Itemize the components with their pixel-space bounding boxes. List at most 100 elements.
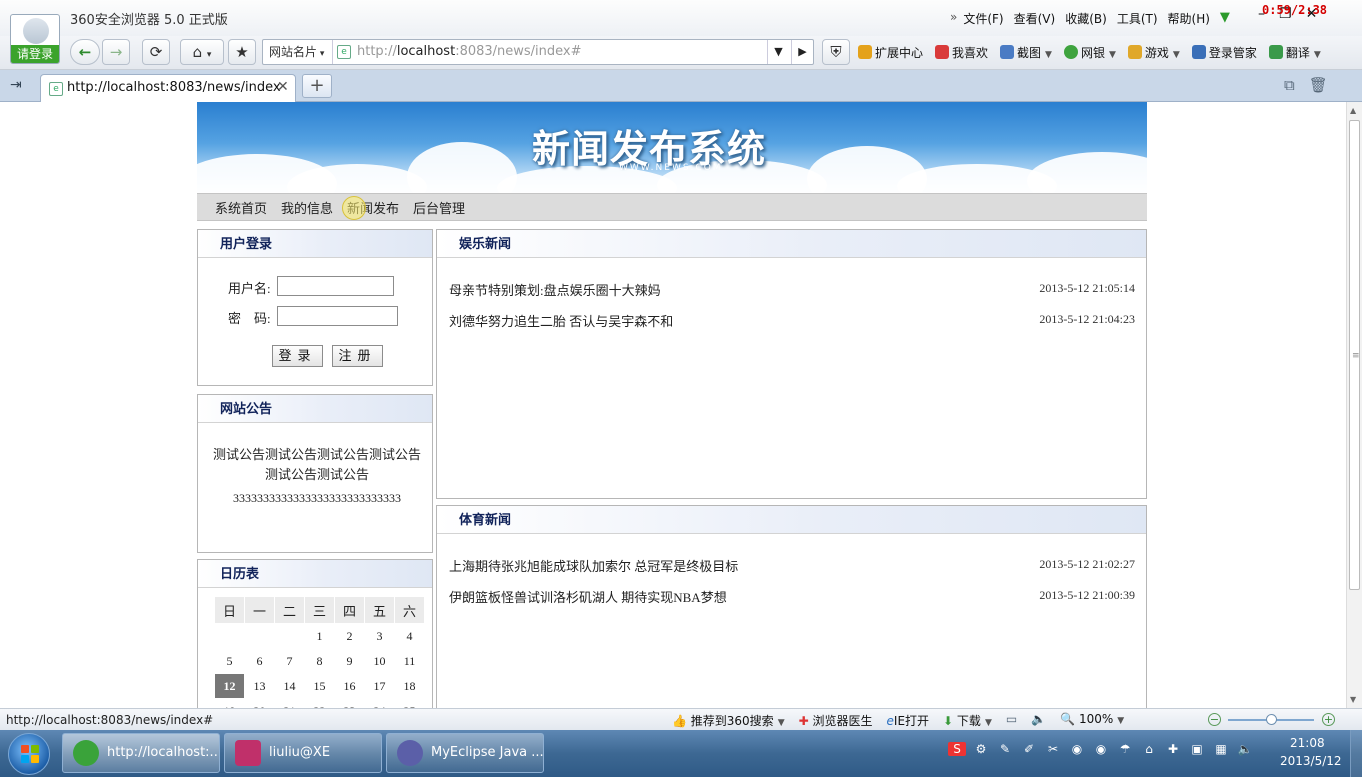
go-button[interactable]: ▶ bbox=[791, 40, 813, 64]
favorite-star-button[interactable]: ★ bbox=[228, 39, 256, 65]
new-tab-button[interactable]: + bbox=[302, 74, 332, 98]
calendar-today[interactable]: 12 bbox=[215, 674, 244, 698]
calendar-day[interactable]: 5 bbox=[215, 649, 244, 673]
password-field[interactable] bbox=[277, 306, 398, 326]
calendar-day[interactable]: 18 bbox=[395, 674, 424, 698]
calendar-day[interactable]: 20 bbox=[245, 699, 274, 709]
nav-my-info[interactable]: 我的信息 bbox=[281, 198, 333, 217]
ext-screenshot[interactable]: 截图 ▼ bbox=[1000, 44, 1052, 61]
ext-center[interactable]: 扩展中心 bbox=[858, 44, 923, 61]
calendar-day[interactable]: 22 bbox=[305, 699, 334, 709]
calendar-day[interactable]: 11 bbox=[395, 649, 424, 673]
taskbar-item-database[interactable]: liuliu@XE bbox=[224, 733, 382, 773]
tray-app-icon[interactable]: ✎ bbox=[996, 742, 1014, 756]
menu-view[interactable]: 查看(V) bbox=[1014, 10, 1056, 27]
tray-app-icon[interactable]: ✂ bbox=[1044, 742, 1062, 756]
clock-date[interactable]: 2013/5/12 bbox=[1280, 754, 1342, 768]
news-title-link[interactable]: 母亲节特别策划:盘点娱乐圈十大辣妈 bbox=[449, 280, 661, 299]
calendar-day[interactable]: 25 bbox=[395, 699, 424, 709]
ext-login-manager[interactable]: 登录管家 bbox=[1191, 44, 1257, 61]
browser-doctor[interactable]: ✚ 浏览器医生 bbox=[799, 712, 873, 729]
calendar-day[interactable]: 8 bbox=[305, 649, 334, 673]
calendar-day[interactable]: 6 bbox=[245, 649, 274, 673]
calendar-day[interactable]: 14 bbox=[275, 674, 304, 698]
show-desktop-button[interactable] bbox=[1350, 730, 1362, 777]
recommend-360-search[interactable]: 👍 推荐到360搜索 ▼ bbox=[672, 712, 785, 729]
window-icon[interactable]: ▭ bbox=[1006, 712, 1017, 729]
calendar-day[interactable]: 19 bbox=[215, 699, 244, 709]
network-icon[interactable]: ▦ bbox=[1212, 742, 1230, 756]
clock-time[interactable]: 21:08 bbox=[1290, 736, 1325, 750]
tray-app-icon[interactable]: ☂ bbox=[1116, 742, 1134, 756]
login-prompt[interactable]: 请登录 bbox=[11, 45, 59, 63]
tray-app-icon[interactable]: ◉ bbox=[1068, 742, 1086, 756]
tab-close-icon[interactable]: ✕ bbox=[277, 79, 289, 95]
register-button[interactable]: 注册 bbox=[332, 345, 383, 367]
forward-button[interactable]: → bbox=[102, 39, 130, 65]
calendar-day[interactable]: 21 bbox=[275, 699, 304, 709]
scroll-thumb[interactable]: ≡ bbox=[1349, 120, 1360, 590]
calendar-day[interactable]: 17 bbox=[365, 674, 394, 698]
menu-tools[interactable]: 工具(T) bbox=[1117, 10, 1158, 27]
calendar-day[interactable]: 16 bbox=[335, 674, 364, 698]
security-shield-button[interactable]: ⛨ bbox=[822, 39, 850, 65]
open-in-ie[interactable]: eIE打开 bbox=[887, 712, 930, 729]
zoom-in-icon[interactable]: + bbox=[1322, 713, 1335, 726]
username-field[interactable] bbox=[277, 276, 394, 296]
ext-translate[interactable]: 翻译 ▼ bbox=[1268, 44, 1321, 61]
trash-icon[interactable]: 🗑 bbox=[1309, 76, 1328, 94]
volume-icon[interactable]: 🔈 bbox=[1236, 742, 1254, 756]
zoom-control[interactable]: 🔍 100% ▼ bbox=[1060, 712, 1124, 729]
calendar-day[interactable]: 2 bbox=[335, 624, 364, 648]
start-button[interactable] bbox=[8, 733, 50, 775]
refresh-button[interactable]: ⟳ bbox=[142, 39, 170, 65]
url-history-dropdown-icon[interactable]: ▼ bbox=[767, 40, 789, 64]
user-avatar[interactable]: 请登录 bbox=[10, 14, 60, 64]
back-button[interactable]: ← bbox=[70, 39, 100, 65]
tray-app-icon[interactable]: ⌂ bbox=[1140, 742, 1158, 756]
url-input[interactable]: http://localhost:8083/news/index# bbox=[357, 40, 757, 64]
home-button[interactable]: ⌂ ▾ bbox=[180, 39, 224, 65]
nav-admin[interactable]: 后台管理 bbox=[413, 198, 465, 217]
menu-file[interactable]: 文件(F) bbox=[963, 10, 1003, 27]
sidebar-toggle-icon[interactable]: ⇥ bbox=[10, 77, 22, 93]
zoom-thumb[interactable] bbox=[1266, 714, 1277, 725]
calendar-day[interactable]: 13 bbox=[245, 674, 274, 698]
calendar-day[interactable]: 4 bbox=[395, 624, 424, 648]
tray-app-icon[interactable]: ◉ bbox=[1092, 742, 1110, 756]
news-title-link[interactable]: 上海期待张兆旭能成球队加索尔 总冠军是终极目标 bbox=[449, 556, 738, 575]
skin-shirt-icon[interactable]: ▼ bbox=[1220, 10, 1230, 27]
calendar-day[interactable]: 1 bbox=[305, 624, 334, 648]
tray-app-icon[interactable]: ✐ bbox=[1020, 742, 1038, 756]
login-button[interactable]: 登录 bbox=[272, 345, 323, 367]
calendar-day[interactable]: 3 bbox=[365, 624, 394, 648]
zoom-slider[interactable]: − + bbox=[1206, 713, 1340, 727]
calendar-day[interactable]: 9 bbox=[335, 649, 364, 673]
nav-home[interactable]: 系统首页 bbox=[215, 198, 267, 217]
calendar-day[interactable]: 23 bbox=[335, 699, 364, 709]
menu-help[interactable]: 帮助(H) bbox=[1168, 10, 1210, 27]
taskbar-item-browser[interactable]: http://localhost:... bbox=[62, 733, 220, 773]
page-scrollbar[interactable]: ▲ ≡ ▼ bbox=[1346, 102, 1362, 708]
sogou-ime-icon[interactable]: S bbox=[948, 742, 966, 756]
tab-news-index[interactable]: e http://localhost:8083/news/index ✕ bbox=[40, 74, 296, 102]
calendar-day[interactable]: 7 bbox=[275, 649, 304, 673]
speaker-icon[interactable]: 🔈 bbox=[1031, 712, 1046, 729]
scroll-up-icon[interactable]: ▲ bbox=[1350, 106, 1356, 115]
menu-chevron-icon[interactable]: » bbox=[950, 10, 957, 27]
taskbar-item-ide[interactable]: MyEclipse Java ... bbox=[386, 733, 544, 773]
news-title-link[interactable]: 伊朗篮板怪兽试训洛杉矶湖人 期待实现NBA梦想 bbox=[449, 587, 727, 606]
ext-like[interactable]: 我喜欢 bbox=[935, 44, 988, 61]
nav-publish-news[interactable]: 新闻发布 bbox=[347, 198, 399, 217]
ext-game[interactable]: 游戏 ▼ bbox=[1127, 44, 1180, 61]
ext-bank[interactable]: 网银 ▼ bbox=[1063, 44, 1116, 61]
tab-restore-icon[interactable]: ⧉ bbox=[1284, 76, 1295, 94]
tray-app-icon[interactable]: ⚙ bbox=[972, 742, 990, 756]
calendar-day[interactable]: 15 bbox=[305, 674, 334, 698]
zoom-out-icon[interactable]: − bbox=[1208, 713, 1221, 726]
menu-favorites[interactable]: 收藏(B) bbox=[1065, 10, 1107, 27]
tray-app-icon[interactable]: ✚ bbox=[1164, 742, 1182, 756]
tray-app-icon[interactable]: ▣ bbox=[1188, 742, 1206, 756]
news-title-link[interactable]: 刘德华努力追生二胎 否认与吴宇森不和 bbox=[449, 311, 673, 330]
calendar-day[interactable]: 24 bbox=[365, 699, 394, 709]
